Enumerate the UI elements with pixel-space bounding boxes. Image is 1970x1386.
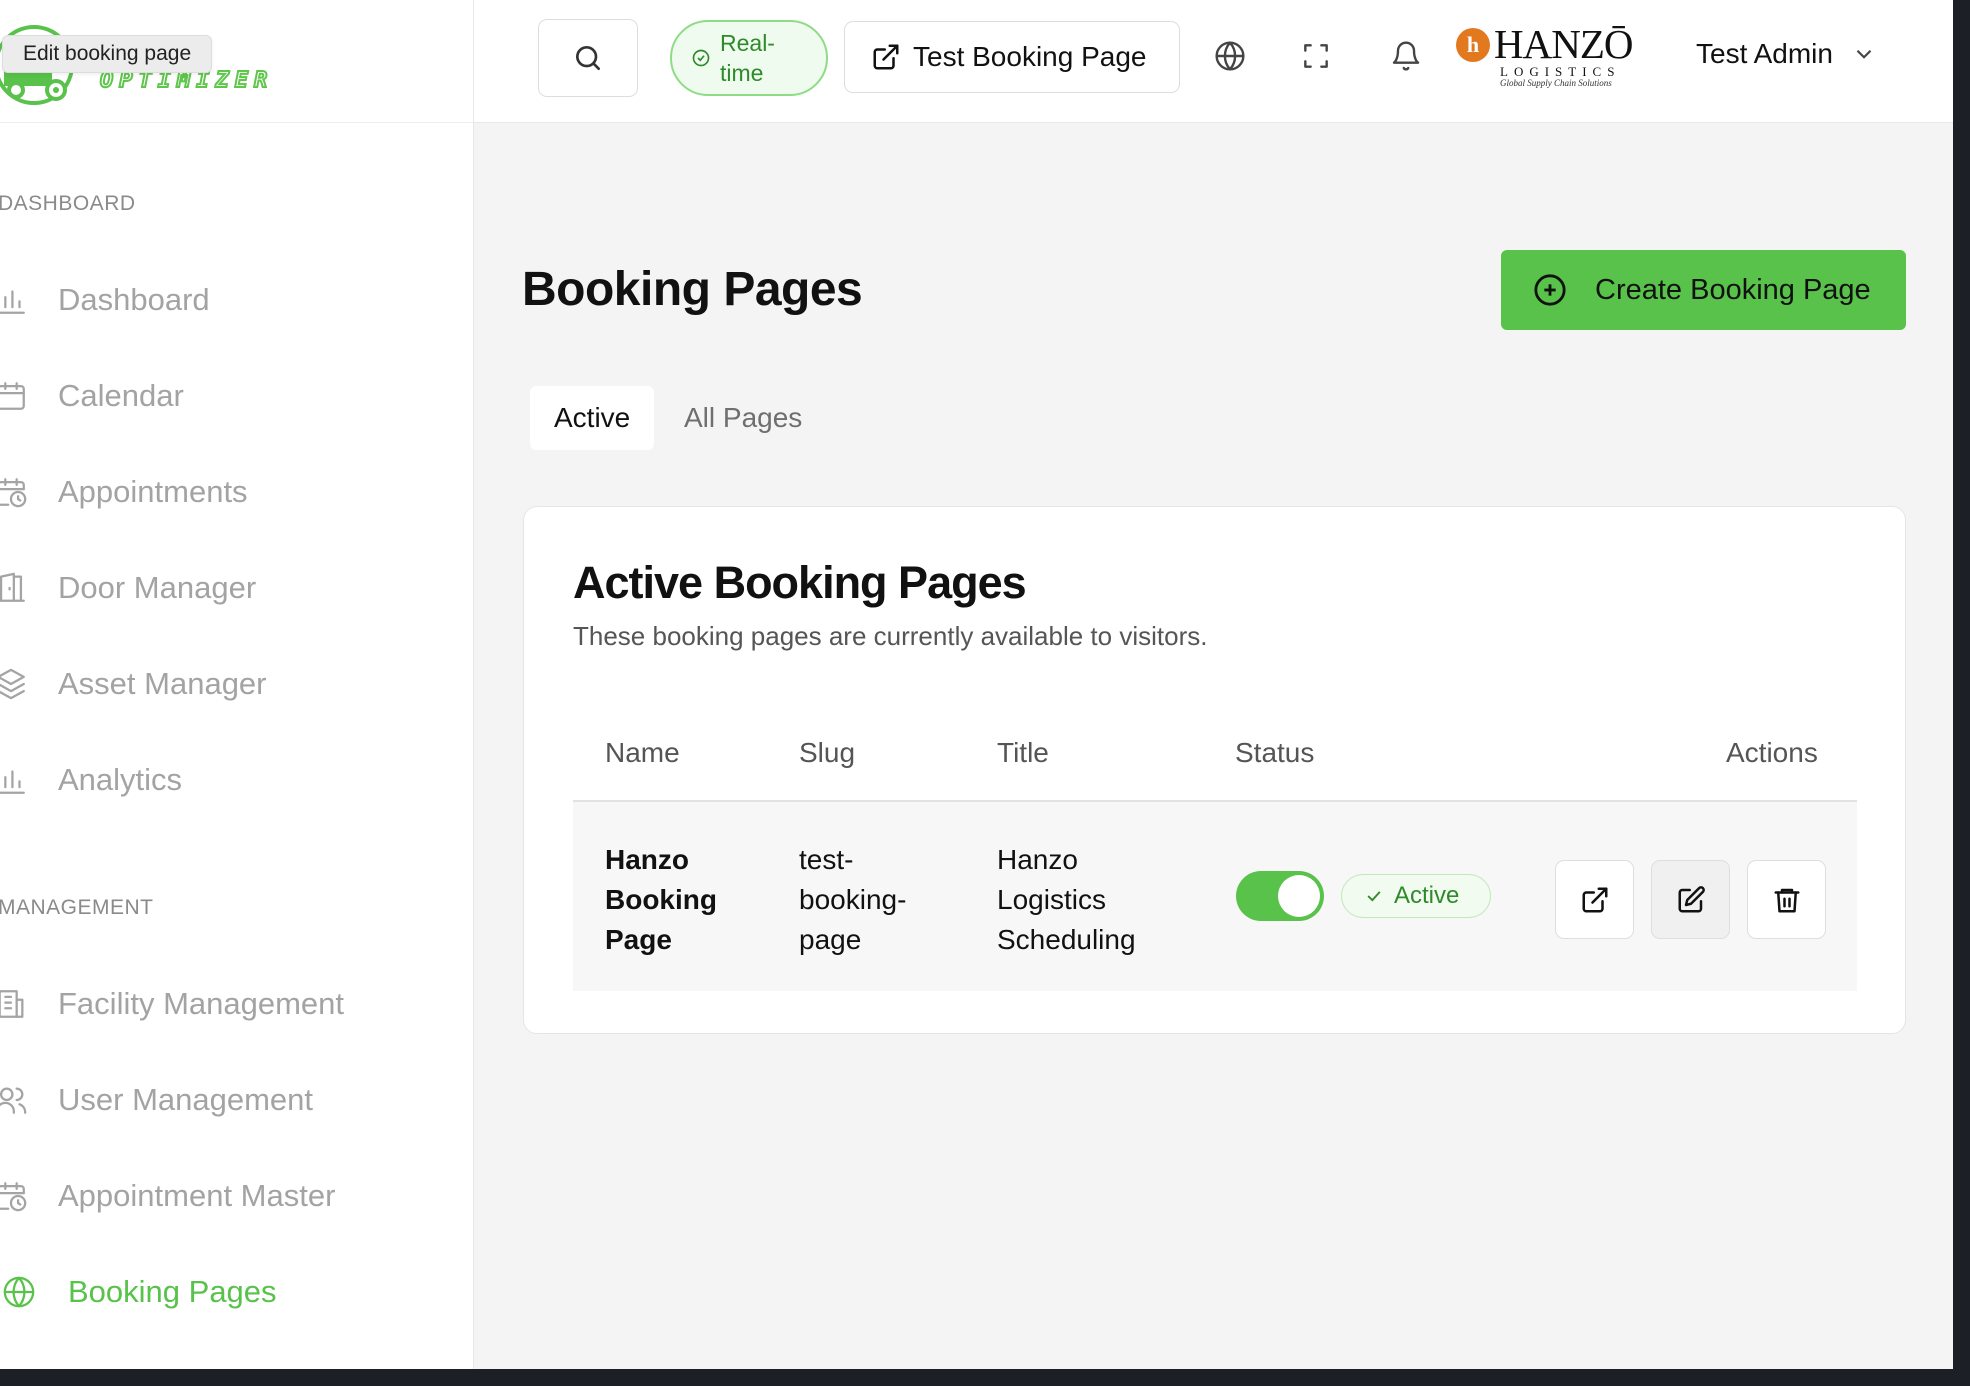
- sidebar-item-label: Door Manager: [58, 570, 257, 605]
- notifications-button[interactable]: [1388, 38, 1424, 74]
- sidebar-item-calendar[interactable]: Calendar: [0, 366, 470, 426]
- bell-icon: [1392, 41, 1420, 71]
- user-menu[interactable]: Test Admin: [1696, 38, 1877, 70]
- chevron-down-icon: [1856, 49, 1872, 59]
- globe-icon: [2, 1275, 36, 1309]
- cell-slug: test-booking-page: [799, 844, 907, 955]
- brand-name: HANZŌ: [1494, 21, 1633, 67]
- test-booking-page-label: Test Booking Page: [913, 41, 1147, 72]
- realtime-label: Real-time: [720, 30, 775, 86]
- delete-page-button[interactable]: [1747, 860, 1826, 939]
- external-link-icon: [1582, 887, 1607, 912]
- language-button[interactable]: [1212, 38, 1248, 74]
- bar-chart-icon: [0, 283, 28, 317]
- sidebar-item-dashboard[interactable]: Dashboard: [0, 270, 470, 330]
- sidebar-item-asset-manager[interactable]: Asset Manager: [0, 654, 470, 714]
- tab-all-pages[interactable]: All Pages: [660, 386, 826, 450]
- building-icon: [0, 987, 28, 1021]
- hanzo-mark-icon: h: [1456, 28, 1490, 62]
- calendar-clock-icon: [0, 475, 28, 509]
- page-title: Booking Pages: [522, 263, 863, 316]
- booking-pages-card: Active Booking Pages These booking pages…: [523, 506, 1906, 1034]
- fullscreen-button[interactable]: [1298, 38, 1334, 74]
- realtime-indicator[interactable]: Real-time: [670, 20, 828, 96]
- sidebar-item-label: User Management: [58, 1082, 314, 1117]
- edit-tooltip: Edit booking page: [2, 35, 213, 73]
- sidebar-item-label: Analytics: [58, 762, 183, 797]
- edit-icon: [1678, 885, 1705, 912]
- boxes-icon: [0, 667, 28, 701]
- sidebar-item-facility-management[interactable]: Facility Management: [0, 974, 470, 1034]
- sidebar-item-appointments[interactable]: Appointments: [0, 462, 470, 522]
- create-booking-page-label: Create Booking Page: [1595, 273, 1871, 306]
- toggle-knob: [1278, 875, 1320, 917]
- user-name: Test Admin: [1696, 38, 1833, 69]
- sidebar-item-label: Asset Manager: [58, 666, 267, 701]
- status-label: Active: [1394, 882, 1460, 909]
- create-booking-page-button[interactable]: Create Booking Page: [1501, 250, 1906, 330]
- sidebar-item-label: Booking Pages: [68, 1274, 277, 1309]
- calendar-icon: [0, 379, 28, 413]
- test-booking-page-button[interactable]: Test Booking Page: [844, 21, 1180, 93]
- section-label-dashboard: DASHBOARD: [0, 192, 136, 215]
- sidebar-item-label: Appointment Master: [58, 1178, 336, 1213]
- globe-icon: [1215, 41, 1245, 71]
- column-header-status: Status: [1235, 737, 1315, 768]
- sidebar-item-analytics[interactable]: Analytics: [0, 750, 470, 810]
- external-link-icon: [873, 44, 899, 70]
- status-toggle[interactable]: [1236, 871, 1324, 921]
- search-icon: [576, 46, 600, 70]
- search-button[interactable]: [538, 19, 638, 97]
- door-icon: [0, 571, 28, 605]
- brand-tagline: Global Supply Chain Solutions: [1500, 78, 1612, 88]
- status-badge: Active: [1341, 874, 1491, 918]
- table-row[interactable]: Hanzo Booking Page test-booking-page Han…: [573, 802, 1857, 991]
- sidebar-item-label: Dashboard: [58, 282, 210, 317]
- open-page-button[interactable]: [1555, 860, 1634, 939]
- calendar-clock-icon: [0, 1179, 28, 1213]
- sidebar-item-label: Calendar: [58, 378, 184, 413]
- plus-circle-icon: [1534, 274, 1566, 306]
- sidebar-item-door-manager[interactable]: Door Manager: [0, 558, 470, 618]
- column-header-actions: Actions: [1726, 737, 1818, 768]
- app-window: OPTIMIZER Edit booking page DASHBOARD Da…: [0, 0, 1953, 1369]
- cell-name: Hanzo Booking Page: [605, 844, 717, 955]
- card-title: Active Booking Pages: [573, 557, 1027, 608]
- edit-page-button[interactable]: [1651, 860, 1730, 939]
- brand-logo: h HANZŌ LOGISTICS Global Supply Chain So…: [1456, 22, 1636, 92]
- sidebar: OPTIMIZER Edit booking page DASHBOARD Da…: [0, 0, 474, 1369]
- sidebar-item-appointment-master[interactable]: Appointment Master: [0, 1166, 470, 1226]
- top-bar: Real-time Test Booking Page h HANZŌ LOGI…: [474, 0, 1953, 123]
- column-header-title: Title: [997, 737, 1049, 768]
- sidebar-item-label: Appointments: [58, 474, 248, 509]
- column-header-name: Name: [605, 737, 680, 768]
- tab-active[interactable]: Active: [530, 386, 655, 450]
- sidebar-item-user-management[interactable]: User Management: [0, 1070, 470, 1130]
- fullscreen-icon: [1304, 44, 1328, 68]
- sidebar-item-booking-pages[interactable]: Booking Pages: [0, 1262, 470, 1322]
- sidebar-item-label: Facility Management: [58, 986, 345, 1021]
- check-icon: [1367, 891, 1381, 902]
- card-subtitle: These booking pages are currently availa…: [573, 621, 1208, 651]
- column-header-slug: Slug: [799, 737, 856, 768]
- logo-area: OPTIMIZER Edit booking page: [0, 0, 473, 123]
- users-icon: [0, 1083, 28, 1117]
- bar-chart-icon: [0, 763, 28, 797]
- check-circle-icon: [692, 49, 710, 67]
- section-label-management: MANAGEMENT: [0, 896, 154, 919]
- trash-icon: [1774, 888, 1799, 912]
- cell-title: Hanzo Logistics Scheduling: [997, 844, 1136, 955]
